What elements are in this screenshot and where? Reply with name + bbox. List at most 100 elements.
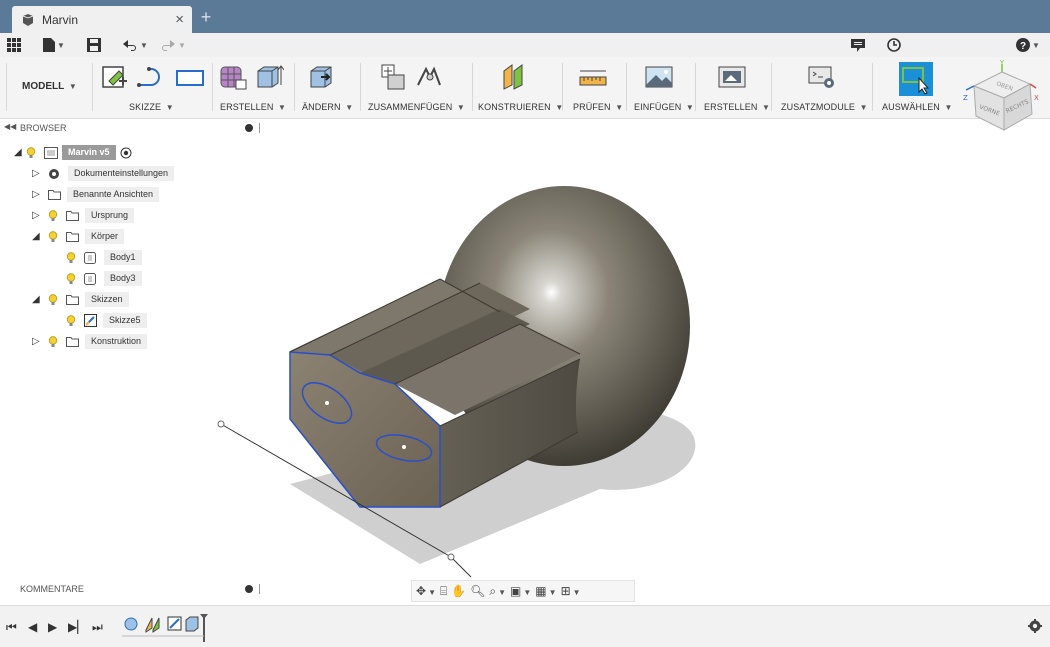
component-icon (44, 146, 58, 159)
visibility-bulb-icon[interactable] (48, 230, 58, 243)
svg-text:X: X (1034, 94, 1039, 102)
look-at-icon[interactable]: ⌸ (440, 584, 447, 599)
apps-grid-icon[interactable] (7, 36, 21, 54)
undo-icon[interactable]: ▼ (122, 36, 148, 54)
visibility-bulb-icon[interactable] (26, 146, 36, 159)
sketch-icon (84, 314, 97, 327)
redo-icon[interactable]: ▼ (160, 36, 186, 54)
tree-item-skizzen[interactable]: ◢ Skizzen (32, 291, 129, 308)
sketch-point-start[interactable] (217, 420, 225, 428)
offset-plane-icon[interactable] (500, 63, 530, 91)
select-button[interactable] (899, 62, 933, 96)
tree-item-konstruktion[interactable]: ▷ Konstruktion (32, 333, 148, 350)
workspace-switcher[interactable]: MODELL ▼ (22, 81, 77, 92)
line-tool-icon[interactable] (137, 63, 167, 91)
timeline-forward-icon[interactable]: ▶▏ (68, 620, 86, 634)
expand-triangle-icon[interactable]: ▷ (32, 189, 44, 200)
comments-add-icon[interactable] (245, 585, 253, 593)
document-tab[interactable]: Marvin × (12, 6, 192, 33)
ribbon-group-einfuegen[interactable]: EINFÜGEN ▼ (634, 102, 694, 112)
svg-text:Y: Y (999, 60, 1005, 67)
create-sketch-icon[interactable] (101, 63, 131, 91)
sketch-point-end[interactable] (447, 553, 455, 561)
ribbon-group-auswaehlen[interactable]: AUSWÄHLEN ▼ (882, 102, 953, 112)
ribbon-group-zusammenfuegen[interactable]: ZUSAMMENFÜGEN ▼ (368, 102, 465, 112)
ribbon-toolbar: MODELL ▼ SKIZZE ▼ ERSTELLEN ▼ ÄNDERN ▼ Z… (0, 57, 1050, 131)
visibility-bulb-icon[interactable] (66, 314, 76, 327)
gear-icon (49, 168, 59, 179)
tree-item-body1[interactable]: Body1 (66, 249, 142, 266)
activate-radio-icon[interactable] (120, 147, 132, 159)
history-clock-icon[interactable] (887, 36, 901, 54)
tree-item-ursprung[interactable]: ▷ Ursprung (32, 207, 135, 224)
tree-item-body3[interactable]: Body3 (66, 270, 142, 287)
visibility-bulb-icon[interactable] (48, 293, 58, 306)
root-label: Marvin v5 (62, 145, 116, 160)
visibility-bulb-icon[interactable] (66, 272, 76, 285)
tree-item-dokumenteinstellungen[interactable]: ▷ Dokumenteinstellungen (32, 165, 175, 182)
scripts-addins-icon[interactable] (807, 63, 837, 91)
collapse-browser-icon[interactable]: ◀◀ (4, 122, 16, 131)
visibility-bulb-icon[interactable] (48, 335, 58, 348)
title-bar: Marvin × + (0, 0, 1050, 33)
browser-pin-icon[interactable] (245, 124, 253, 132)
collapse-triangle-icon[interactable]: ◢ (32, 294, 44, 305)
collapse-triangle-icon[interactable]: ◢ (32, 231, 44, 242)
insert-image-icon[interactable] (644, 63, 674, 91)
ribbon-group-pruefen[interactable]: PRÜFEN ▼ (573, 102, 623, 112)
viewports-icon[interactable]: ⊞ ▼ (561, 584, 581, 598)
ribbon-group-aendern[interactable]: ÄNDERN ▼ (302, 102, 353, 112)
orbit-icon[interactable]: ✥ ▼ (416, 584, 436, 598)
comments-title: KOMMENTARE (20, 584, 84, 594)
help-icon[interactable]: ? ▼ (1016, 36, 1040, 54)
extrude-icon[interactable] (254, 63, 284, 91)
expand-triangle-icon[interactable]: ▷ (32, 168, 44, 179)
pan-hand-icon[interactable]: ✋ (451, 584, 466, 598)
save-icon[interactable] (87, 36, 101, 54)
new-component-icon[interactable] (378, 63, 408, 91)
tree-item-benannte-ansichten[interactable]: ▷ Benannte Ansichten (32, 186, 160, 203)
new-tab-button[interactable]: + (196, 6, 216, 30)
timeline-end-icon[interactable]: ⏭ (92, 620, 103, 635)
timeline-features[interactable] (122, 614, 222, 644)
svg-text:?: ? (1020, 41, 1026, 52)
fit-window-icon[interactable]: ⌕ ▼ (489, 584, 506, 599)
rectangle-tool-icon[interactable] (175, 63, 205, 91)
tab-close-icon[interactable]: × (175, 11, 184, 28)
select-cursor-icon (902, 67, 930, 95)
document-icon (22, 13, 34, 26)
tree-item-skizze5[interactable]: Skizze5 (66, 312, 147, 329)
ribbon-group-skizze[interactable]: SKIZZE ▼ (129, 102, 174, 112)
ribbon-group-erstellen-render[interactable]: ERSTELLEN ▼ (704, 102, 770, 112)
measure-icon[interactable] (578, 63, 608, 91)
grid-settings-icon[interactable]: ▦ ▼ (535, 584, 556, 598)
display-settings-icon[interactable]: ▣ ▼ (510, 584, 531, 598)
joint-icon[interactable] (414, 63, 444, 91)
comments-icon[interactable] (851, 36, 865, 54)
timeline-bar: ⏮ ◀ ▶ ▶▏ ⏭ (0, 605, 1050, 647)
timeline-settings-gear-icon[interactable] (1028, 619, 1042, 633)
expand-triangle-icon[interactable]: ▷ (32, 336, 44, 347)
timeline-back-icon[interactable]: ◀ (28, 620, 37, 634)
create-form-icon[interactable] (218, 63, 248, 91)
ribbon-group-erstellen[interactable]: ERSTELLEN ▼ (220, 102, 286, 112)
zoom-icon[interactable]: 🔍︎ (470, 584, 485, 598)
expand-triangle-icon[interactable]: ◢ (14, 147, 26, 158)
expand-triangle-icon[interactable]: ▷ (32, 210, 44, 221)
tab-title: Marvin (42, 12, 79, 27)
render-icon[interactable] (717, 63, 747, 91)
timeline-play-icon[interactable]: ▶ (48, 620, 57, 634)
folder-icon (66, 295, 79, 305)
browser-panel-header[interactable]: ◀◀ BROWSER (0, 119, 264, 137)
visibility-bulb-icon[interactable] (66, 251, 76, 264)
press-pull-icon[interactable] (307, 63, 337, 91)
svg-text:Z: Z (963, 94, 968, 102)
comments-panel-header[interactable]: KOMMENTARE (0, 580, 264, 598)
file-menu-icon[interactable]: ▼ (43, 36, 65, 54)
visibility-bulb-icon[interactable] (48, 209, 58, 222)
timeline-start-icon[interactable]: ⏮ (6, 620, 17, 635)
ribbon-group-zusatzmodule[interactable]: ZUSATZMODULE ▼ (781, 102, 868, 112)
tree-root[interactable]: ◢ Marvin v5 (14, 144, 132, 161)
ribbon-group-konstruieren[interactable]: KONSTRUIEREN ▼ (478, 102, 563, 112)
tree-item-koerper[interactable]: ◢ Körper (32, 228, 125, 245)
